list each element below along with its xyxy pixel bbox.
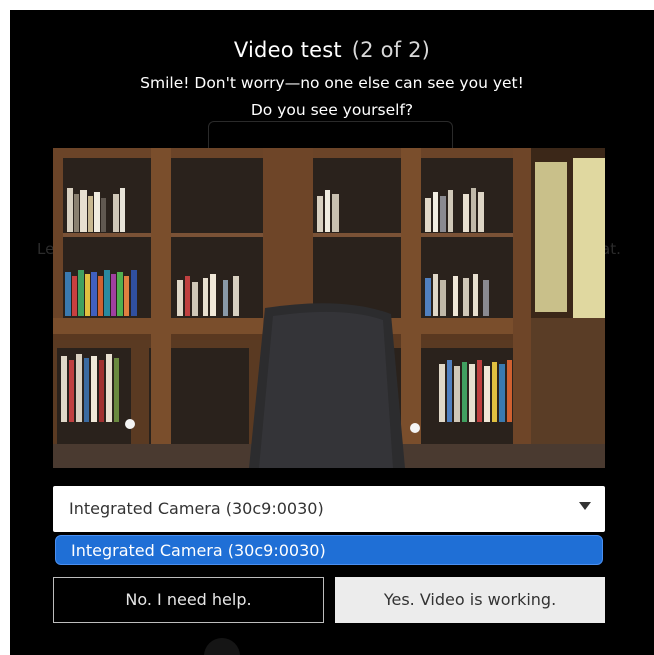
camera-select[interactable]: Integrated Camera (30c9:0030) xyxy=(53,486,605,532)
camera-option[interactable]: Integrated Camera (30c9:0030) xyxy=(55,535,603,565)
title-text: Video test xyxy=(233,38,342,62)
chevron-down-icon[interactable] xyxy=(579,502,591,510)
instruction-text: Smile! Don't worry—no one else can see y… xyxy=(140,74,524,92)
camera-preview xyxy=(53,148,605,468)
step-indicator: (2 of 2) xyxy=(351,38,431,62)
background-text-fragment: Le xyxy=(37,240,55,258)
dialog-title: Video test (2 of 2) xyxy=(10,38,654,62)
camera-option-label: Integrated Camera (30c9:0030) xyxy=(71,541,326,560)
camera-select-value: Integrated Camera (30c9:0030) xyxy=(69,499,324,518)
video-test-dialog: Le at. Video test (2 of 2) Smile! Don't w… xyxy=(10,10,654,655)
video-working-button[interactable]: Yes. Video is working. xyxy=(335,577,605,623)
question-text: Do you see yourself? xyxy=(250,101,414,119)
camera-preview-image xyxy=(53,148,605,468)
need-help-button[interactable]: No. I need help. xyxy=(53,577,324,623)
background-icons xyxy=(204,638,240,655)
